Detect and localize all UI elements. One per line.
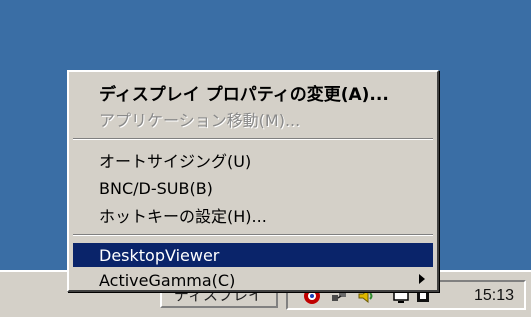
menu-item-desktop-viewer[interactable]: DesktopViewer [73, 243, 433, 267]
menu-separator [73, 138, 433, 140]
menu-item-active-gamma[interactable]: ActiveGamma(C) [73, 268, 433, 292]
menu-item-display-properties[interactable]: ディスプレイ プロパティの変更(A)... [73, 80, 433, 105]
submenu-arrow-icon [419, 274, 425, 284]
menu-item-auto-sizing[interactable]: オートサイジング(U) [73, 148, 433, 172]
menu-item-application-move: アプリケーション移動(M)... [99, 111, 301, 130]
menu-item-active-gamma-label: ActiveGamma(C) [99, 270, 236, 290]
menu-separator [73, 234, 433, 236]
context-menu: ディスプレイ プロパティの変更(A)... アプリケーション移動(M)... オ… [67, 70, 439, 292]
menu-item-hotkey-settings[interactable]: ホットキーの設定(H)... [73, 203, 433, 227]
menu-item-bnc-dsub[interactable]: BNC/D-SUB(B) [73, 176, 433, 200]
clock[interactable]: 15:13 [474, 287, 514, 305]
